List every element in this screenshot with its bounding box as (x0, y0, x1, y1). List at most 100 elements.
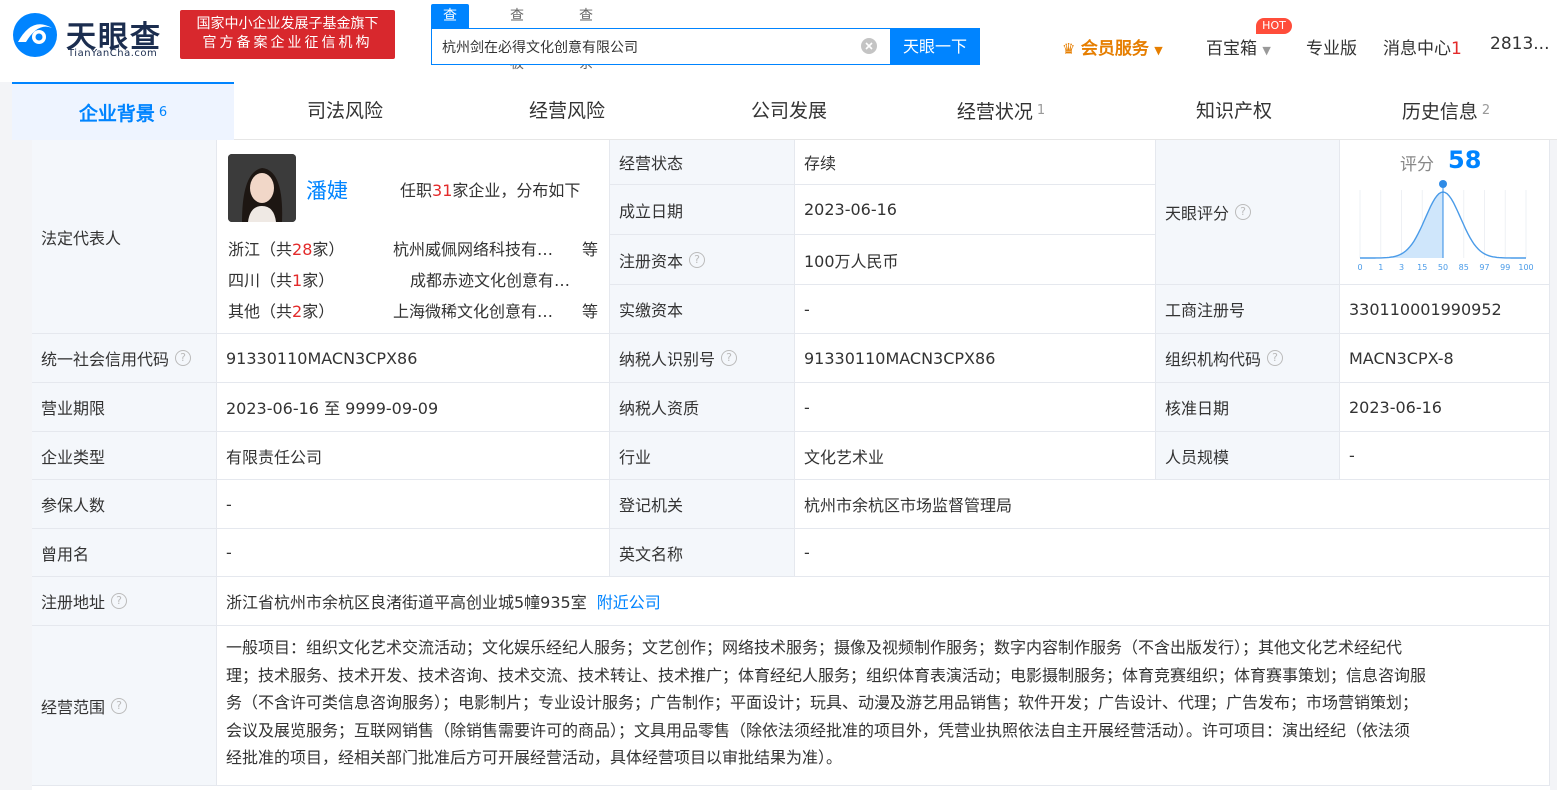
scope-line: 一般项目：组织文化艺术交流活动；文化娱乐经纪人服务；文艺创作；网络技术服务；摄像… (226, 638, 1403, 657)
message-center-label: 消息中心 (1383, 39, 1451, 59)
region-company[interactable]: 上海微稀文化创意有… (393, 298, 553, 322)
region-pre: 四川（共 (228, 271, 293, 290)
english-name-label: 英文名称 (610, 529, 795, 577)
tab-business-risk[interactable]: 经营风险 (456, 82, 678, 140)
tax-qualification-value: - (795, 383, 1156, 432)
help-icon[interactable]: ? (111, 697, 128, 714)
search-input[interactable]: 杭州剑在必得文化创意有限公司 (442, 37, 638, 57)
address-label: 注册地址? (32, 577, 217, 626)
capital-value: 100万人民币 (795, 235, 1156, 285)
tab-judicial-risk[interactable]: 司法风险 (234, 82, 456, 140)
region-other[interactable]: 其他（共2家） (228, 298, 334, 322)
search-button[interactable]: 天眼一下 (890, 28, 980, 65)
authority-value-text: 杭州市余杭区市场监督管理局 (804, 496, 1013, 515)
scope-label-text: 经营范围 (41, 697, 106, 717)
reg-no-value: 330110001990952 (1340, 285, 1550, 334)
help-icon[interactable]: ? (1267, 350, 1284, 366)
region-count: 2 (292, 302, 303, 321)
legal-rep-name[interactable]: 潘婕 (306, 175, 348, 205)
tab-development[interactable]: 公司发展 (678, 82, 900, 140)
search-box[interactable]: 杭州剑在必得文化创意有限公司 (431, 28, 891, 65)
tab-label: 历史信息 (1401, 101, 1478, 123)
top-header: 天眼查 TianYanCha.com 国家中小企业发展子基金旗下 官方备案企业征… (0, 0, 1557, 82)
tax-qualification-label-text: 纳税人资质 (619, 399, 700, 418)
scope-line: 会议及展览服务；互联网销售（除销售需要许可的商品）；文具用品零售（除依法须经批准… (226, 720, 1411, 740)
score-tick-label: 99 (1500, 263, 1510, 272)
tab-operation[interactable]: 经营状况 1 (890, 82, 1112, 140)
authority-label-text: 登记机关 (619, 496, 684, 515)
insured-value: - (217, 480, 610, 529)
tab-history[interactable]: 历史信息 2 (1335, 82, 1557, 140)
insured-value-text: - (226, 494, 232, 514)
region-suffix: 等 (582, 302, 599, 321)
score-widget[interactable]: 评分 58 0 1 3 15 50 85 97 99 100 (1340, 140, 1550, 285)
region-pre: 其他（共 (228, 302, 293, 321)
org-code-label: 组织机构代码? (1156, 334, 1340, 383)
term-label: 营业期限 (32, 383, 217, 432)
tab-ip[interactable]: 知识产权 (1123, 82, 1345, 140)
user-account-link[interactable]: 2813... (1490, 34, 1549, 54)
logo[interactable]: 天眼查 TianYanCha.com (12, 10, 172, 62)
staff-size-label: 人员规模 (1156, 432, 1340, 480)
chevron-down-icon: ▼ (1154, 44, 1163, 57)
search-tab-relation[interactable]: 查关系 (579, 4, 593, 72)
tab-company-background[interactable]: 企业背景 6 (12, 82, 234, 140)
scope-label: 经营范围? (32, 626, 217, 786)
region-sichuan[interactable]: 四川（共1家） (228, 267, 334, 291)
region-post: 家） (302, 271, 335, 290)
clear-icon[interactable] (860, 37, 878, 55)
industry-label-text: 行业 (619, 447, 652, 467)
treasure-box-link[interactable]: 百宝箱 ▼ (1206, 34, 1271, 59)
help-icon[interactable]: ? (689, 251, 706, 268)
avatar[interactable] (228, 154, 296, 222)
search-tab-boss[interactable]: 查老板 (510, 4, 524, 72)
paid-capital-label: 实缴资本 (610, 285, 795, 334)
vip-label: 会员服务 (1080, 39, 1149, 59)
industry-value: 文化艺术业 (795, 432, 1156, 480)
message-center-link[interactable]: 消息中心1 (1383, 34, 1462, 59)
score-label: 天眼评分? (1156, 140, 1340, 285)
positions-summary: 任职31家企业，分布如下 (400, 177, 580, 201)
help-icon[interactable]: ? (111, 593, 128, 609)
treasure-box-label: 百宝箱 (1206, 39, 1257, 59)
authority-label: 登记机关 (610, 480, 795, 529)
logo-eye-icon (13, 13, 57, 57)
score-title: 评分 (1400, 155, 1434, 175)
legal-rep-label: 法定代表人 (32, 140, 217, 334)
region-zhejiang[interactable]: 浙江（共28家） (228, 236, 344, 260)
score-marker-pin (1439, 180, 1447, 188)
help-icon[interactable]: ? (721, 350, 738, 366)
credit-code-value: 91330110MACN3CPX86 (217, 334, 610, 383)
main-tabs: 企业背景 6 司法风险 经营风险 公司发展 经营状况 1 知识产权 历史信息 2 (12, 82, 1557, 140)
nearby-companies-link[interactable]: 附近公司 (597, 589, 661, 613)
vip-service-link[interactable]: ♛ 会员服务 ▼ (1062, 34, 1163, 59)
approve-date-label: 核准日期 (1156, 383, 1340, 432)
paid-capital-value: - (795, 285, 1156, 334)
scope-line: 务（不含许可类信息咨询服务）；电影制片；专业设计服务；广告制作；平面设计；玩具、… (226, 693, 1419, 712)
score-tick-label: 0 (1357, 263, 1362, 272)
company-info-table: 法定代表人 潘婕 任职31家企业，分布如下 浙江（共28家） 杭州威佩网络科技有… (32, 140, 1550, 790)
tax-id-value: 91330110MACN3CPX86 (795, 334, 1156, 383)
authority-value: 杭州市余杭区市场监督管理局 (795, 480, 1550, 529)
capital-label-text: 注册资本 (619, 251, 684, 271)
search-tab-company[interactable]: 查公司 (431, 4, 469, 72)
pro-version-link[interactable]: 专业版 (1306, 34, 1357, 59)
status-label: 经营状态 (610, 140, 795, 185)
region-suffix: 等 (582, 240, 599, 259)
tab-count: 6 (158, 105, 168, 120)
avatar-portrait-icon (228, 154, 296, 222)
former-name-label: 曾用名 (32, 529, 217, 577)
help-icon[interactable]: ? (175, 350, 192, 366)
tab-label: 经营状况 (956, 101, 1033, 123)
company-type-label-text: 企业类型 (41, 447, 106, 467)
hot-badge: HOT (1256, 18, 1292, 34)
region-company[interactable]: 成都赤迹文化创意有… (410, 267, 570, 291)
help-icon[interactable]: ? (1235, 204, 1252, 220)
region-company[interactable]: 杭州威佩网络科技有… (393, 236, 553, 260)
score-tick-label: 85 (1459, 263, 1469, 272)
found-date-label: 成立日期 (610, 185, 795, 235)
tab-label: 企业背景 (78, 103, 155, 125)
former-name-label-text: 曾用名 (41, 544, 90, 564)
company-type-value: 有限责任公司 (217, 432, 610, 480)
positions-count[interactable]: 31 (432, 181, 452, 200)
